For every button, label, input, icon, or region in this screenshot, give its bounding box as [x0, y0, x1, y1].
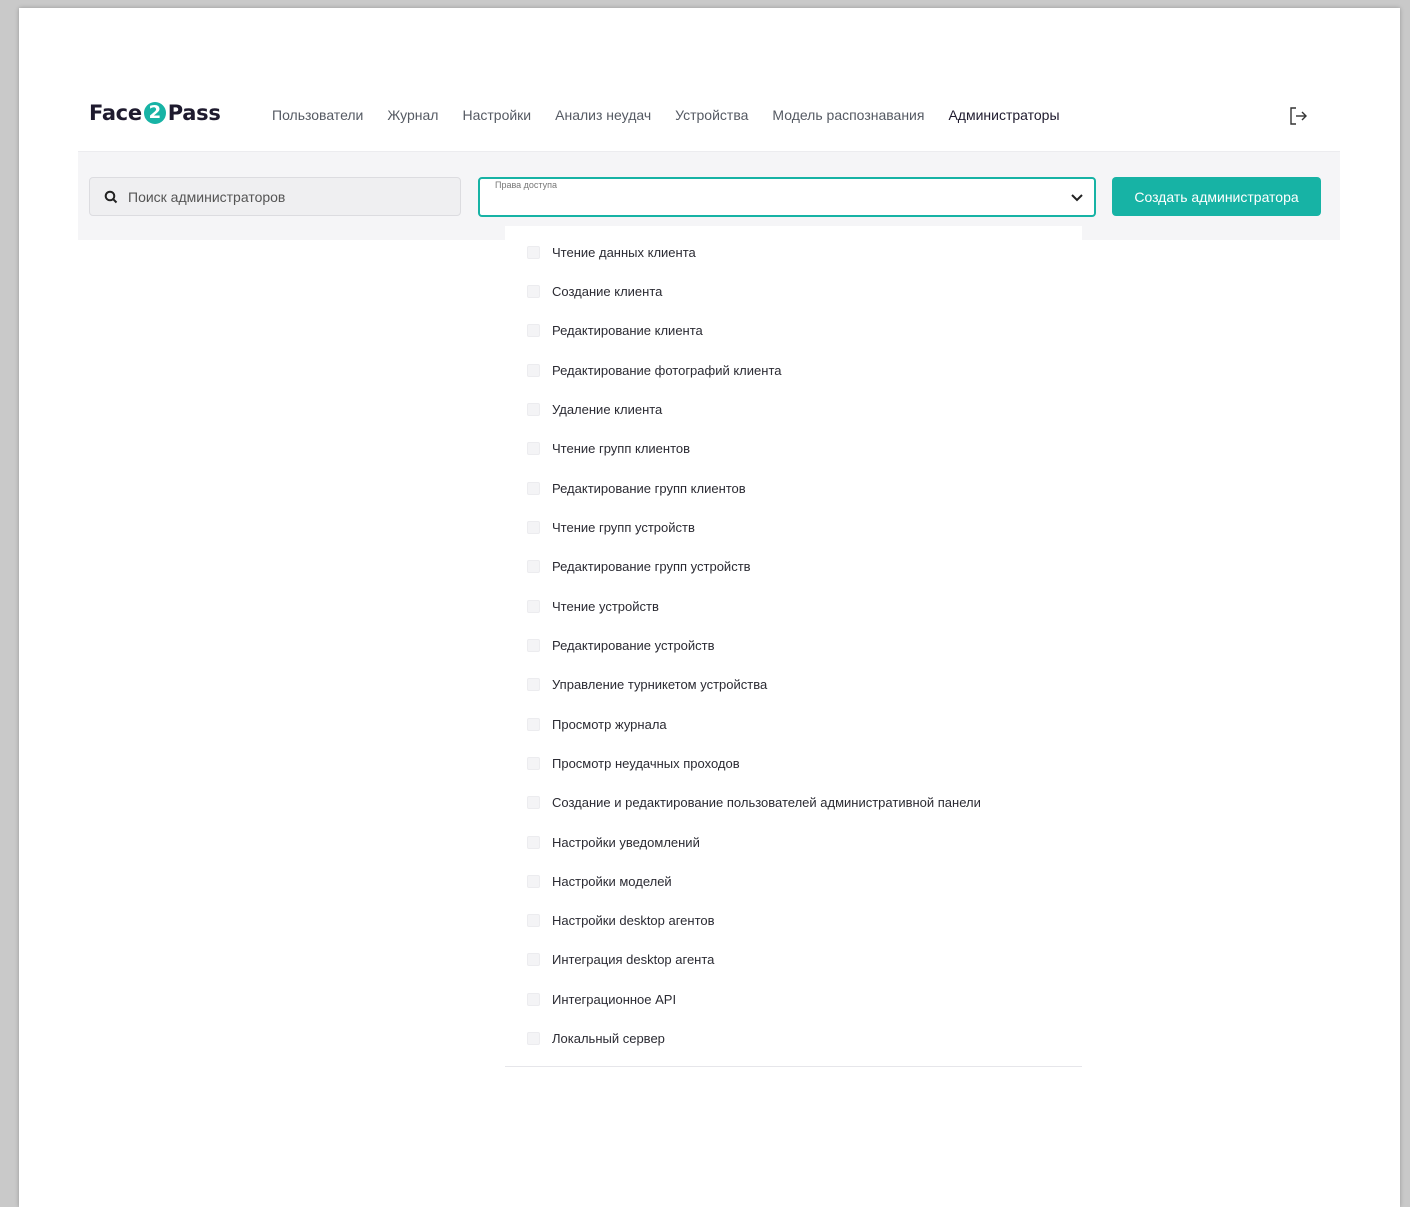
nav-item-devices[interactable]: Устройства	[675, 107, 748, 123]
permission-option[interactable]: Чтение устройств	[527, 596, 659, 616]
permission-option[interactable]: Интеграция desktop агента	[527, 949, 714, 969]
checkbox[interactable]	[527, 245, 540, 259]
permission-option-label: Редактирование клиента	[552, 322, 703, 338]
nav-item-administrators[interactable]: Администраторы	[948, 107, 1059, 123]
checkbox[interactable]	[527, 913, 540, 927]
permission-option[interactable]: Редактирование групп клиентов	[527, 478, 746, 498]
permission-option[interactable]: Настройки моделей	[527, 871, 672, 891]
permission-option[interactable]: Интеграционное API	[527, 989, 676, 1009]
permission-option-label: Интеграция desktop агента	[552, 951, 715, 967]
checkbox[interactable]	[527, 795, 540, 809]
permission-option-label: Настройки desktop агентов	[552, 912, 715, 928]
logo[interactable]: Face 2 Pass	[89, 98, 221, 128]
permission-option-label: Создание клиента	[552, 283, 663, 299]
permission-option-label: Настройки уведомлений	[552, 834, 700, 850]
permission-option[interactable]: Настройки desktop агентов	[527, 910, 715, 930]
logout-icon[interactable]	[1287, 105, 1309, 127]
logo-text-right: Pass	[167, 101, 221, 125]
permission-option[interactable]: Чтение данных клиента	[527, 242, 696, 262]
permission-option[interactable]: Чтение групп клиентов	[527, 438, 690, 458]
checkbox[interactable]	[527, 717, 540, 731]
nav-item-settings[interactable]: Настройки	[462, 107, 531, 123]
search-input[interactable]	[126, 187, 430, 206]
search-box[interactable]	[89, 177, 461, 216]
checkbox[interactable]	[527, 520, 540, 534]
search-icon	[104, 190, 118, 203]
permission-option[interactable]: Редактирование устройств	[527, 635, 715, 655]
checkbox[interactable]	[527, 363, 540, 377]
permission-option-label: Удаление клиента	[552, 401, 663, 417]
checkbox[interactable]	[527, 323, 540, 337]
logo-text-left: Face	[89, 101, 142, 125]
permissions-select[interactable]: Права доступа	[478, 177, 1096, 217]
checkbox[interactable]	[527, 756, 540, 770]
header: Face 2 Pass Пользователи Журнал Настройк…	[19, 8, 1400, 158]
permission-option-label: Создание и редактирование пользователей …	[552, 794, 981, 810]
checkbox[interactable]	[527, 638, 540, 652]
checkbox[interactable]	[527, 559, 540, 573]
page: Face 2 Pass Пользователи Журнал Настройк…	[19, 8, 1400, 1207]
permission-option[interactable]: Редактирование фотографий клиента	[527, 360, 781, 380]
permission-option-label: Чтение групп устройств	[552, 519, 695, 535]
permission-option-label: Локальный сервер	[552, 1030, 665, 1046]
nav-item-users[interactable]: Пользователи	[272, 107, 363, 123]
permission-option-label: Редактирование групп клиентов	[552, 480, 746, 496]
checkbox[interactable]	[527, 441, 540, 455]
permission-option[interactable]: Локальный сервер	[527, 1028, 665, 1048]
permissions-select-label: Права доступа	[495, 180, 558, 190]
permission-option[interactable]: Управление турникетом устройства	[527, 674, 767, 694]
checkbox[interactable]	[527, 952, 540, 966]
permission-option-label: Чтение групп клиентов	[552, 440, 691, 456]
permission-option[interactable]: Редактирование клиента	[527, 320, 703, 340]
permission-option[interactable]: Настройки уведомлений	[527, 832, 700, 852]
permission-option-label: Настройки моделей	[552, 873, 672, 889]
permission-option[interactable]: Создание и редактирование пользователей …	[527, 792, 981, 812]
checkbox[interactable]	[527, 874, 540, 888]
checkbox[interactable]	[527, 284, 540, 298]
nav-item-failure-analysis[interactable]: Анализ неудач	[555, 107, 651, 123]
checkbox[interactable]	[527, 992, 540, 1006]
permission-option[interactable]: Удаление клиента	[527, 399, 662, 419]
checkbox[interactable]	[527, 1031, 540, 1045]
permission-option-label: Управление турникетом устройства	[552, 676, 768, 692]
permission-option-label: Редактирование устройств	[552, 637, 715, 653]
checkbox[interactable]	[527, 835, 540, 849]
logo-digit: 2	[143, 102, 166, 124]
permissions-dropdown: Чтение данных клиента Создание клиента Р…	[505, 226, 1082, 1067]
permission-option[interactable]: Создание клиента	[527, 281, 662, 301]
chevron-down-icon	[1071, 194, 1083, 202]
permission-option-label: Редактирование фотографий клиента	[552, 362, 782, 378]
nav-item-recognition-model[interactable]: Модель распознавания	[772, 107, 924, 123]
checkbox[interactable]	[527, 677, 540, 691]
checkbox[interactable]	[527, 402, 540, 416]
checkbox[interactable]	[527, 599, 540, 613]
permission-option-label: Редактирование групп устройств	[552, 558, 751, 574]
permission-option[interactable]: Редактирование групп устройств	[527, 556, 751, 576]
permission-option-label: Чтение устройств	[552, 598, 659, 614]
permission-option[interactable]: Просмотр неудачных проходов	[527, 753, 740, 773]
permission-option[interactable]: Чтение групп устройств	[527, 517, 695, 537]
permission-option-label: Чтение данных клиента	[552, 244, 696, 260]
checkbox[interactable]	[527, 481, 540, 495]
permission-option-label: Интеграционное API	[552, 991, 677, 1007]
main-nav: Пользователи Журнал Настройки Анализ неу…	[272, 107, 1084, 123]
permission-option[interactable]: Просмотр журнала	[527, 714, 667, 734]
nav-item-journal[interactable]: Журнал	[387, 107, 438, 123]
permission-option-label: Просмотр неудачных проходов	[552, 755, 740, 771]
create-administrator-button[interactable]: Создать администратора	[1112, 177, 1321, 216]
permission-option-label: Просмотр журнала	[552, 716, 667, 732]
